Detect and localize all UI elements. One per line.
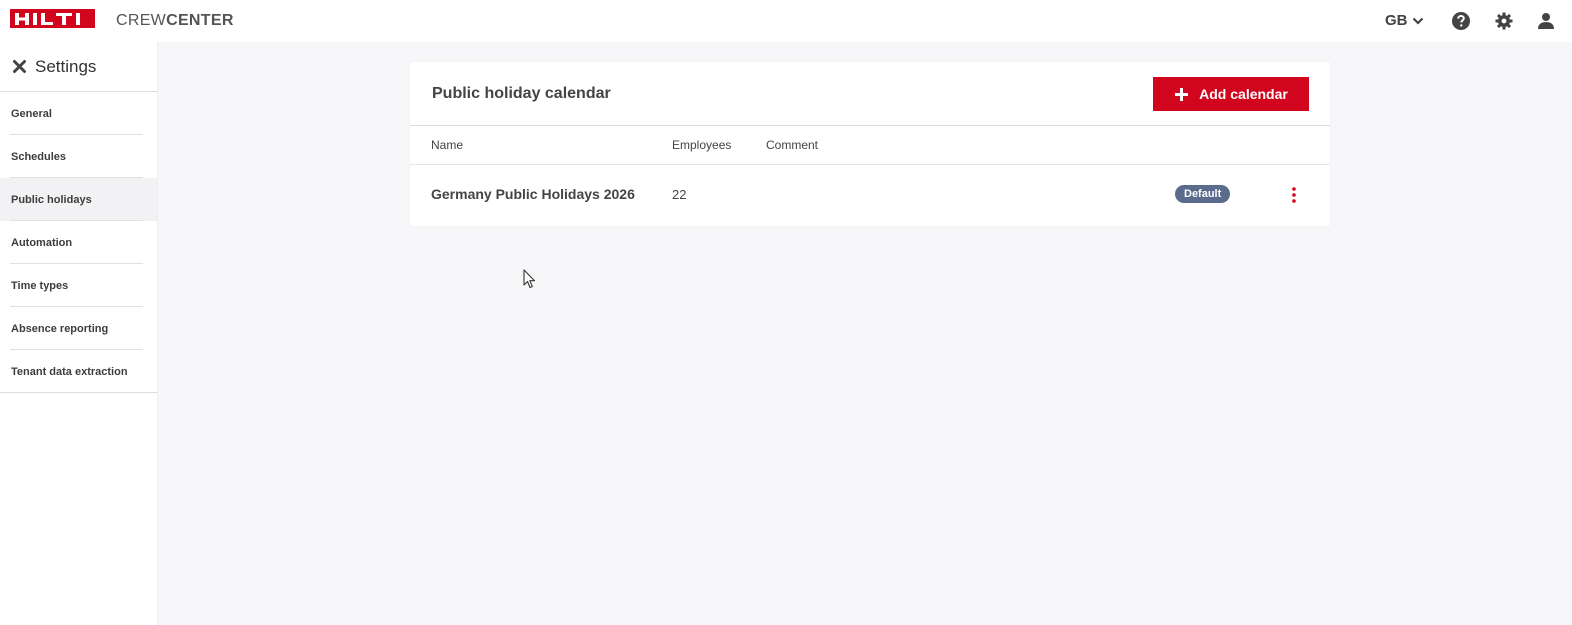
sidebar-item-public-holidays[interactable]: Public holidays — [0, 178, 157, 221]
hilti-wordmark-icon — [14, 12, 80, 25]
app-name: CREWCENTER — [116, 12, 234, 30]
sidebar-item-label: General — [11, 107, 52, 120]
app-name-light: CREW — [116, 12, 167, 29]
region-label: GB — [1385, 12, 1408, 29]
hilti-logo[interactable] — [10, 9, 95, 28]
gear-icon[interactable] — [1494, 11, 1514, 31]
sidebar-item-schedules[interactable]: Schedules — [0, 135, 157, 178]
sidebar-title: Settings — [35, 56, 97, 76]
help-icon[interactable] — [1451, 11, 1471, 31]
table-row[interactable]: Germany Public Holidays 2026 22 Default — [410, 165, 1330, 225]
close-icon[interactable] — [12, 59, 27, 74]
sidebar-item-general[interactable]: General — [0, 92, 157, 135]
sidebar-item-label: Tenant data extraction — [11, 365, 128, 378]
column-header-name[interactable]: Name — [431, 138, 463, 152]
add-calendar-button[interactable]: Add calendar — [1153, 77, 1309, 111]
sidebar-item-label: Schedules — [11, 150, 67, 163]
chevron-down-icon — [1412, 17, 1423, 25]
sidebar-item-label: Automation — [11, 236, 73, 249]
app-name-bold: CENTER — [166, 12, 234, 29]
region-selector[interactable]: GB — [1385, 12, 1424, 29]
employee-count: 22 — [672, 187, 687, 202]
user-icon[interactable] — [1536, 11, 1556, 31]
sidebar-item-time-types[interactable]: Time types — [0, 264, 157, 307]
add-calendar-label: Add calendar — [1199, 86, 1288, 102]
default-badge: Default — [1175, 185, 1231, 203]
settings-nav: General Schedules Public holidays Automa… — [0, 92, 157, 393]
more-options-icon[interactable] — [1290, 186, 1298, 204]
settings-sidebar: Settings General Schedules Public holida… — [0, 42, 158, 625]
table-header: Name Employees Comment — [410, 126, 1330, 165]
sidebar-item-absence-reporting[interactable]: Absence reporting — [0, 307, 157, 350]
top-bar: CREWCENTER GB — [0, 0, 1572, 42]
page-title: Public holiday calendar — [432, 84, 611, 102]
sidebar-item-label: Time types — [11, 279, 69, 292]
card-header: Public holiday calendar Add calendar — [410, 62, 1330, 126]
column-header-comment[interactable]: Comment — [766, 138, 818, 152]
sidebar-item-automation[interactable]: Automation — [0, 221, 157, 264]
column-header-employees[interactable]: Employees — [672, 138, 731, 152]
sidebar-header: Settings — [0, 42, 157, 92]
plus-icon — [1175, 87, 1189, 101]
public-holiday-calendar-card: Public holiday calendar Add calendar Nam… — [410, 62, 1330, 226]
sidebar-item-label: Absence reporting — [11, 322, 109, 335]
sidebar-item-tenant-data-extraction[interactable]: Tenant data extraction — [0, 350, 157, 393]
mouse-cursor-icon — [523, 269, 536, 289]
calendar-name[interactable]: Germany Public Holidays 2026 — [431, 186, 635, 202]
sidebar-item-label: Public holidays — [11, 193, 92, 206]
